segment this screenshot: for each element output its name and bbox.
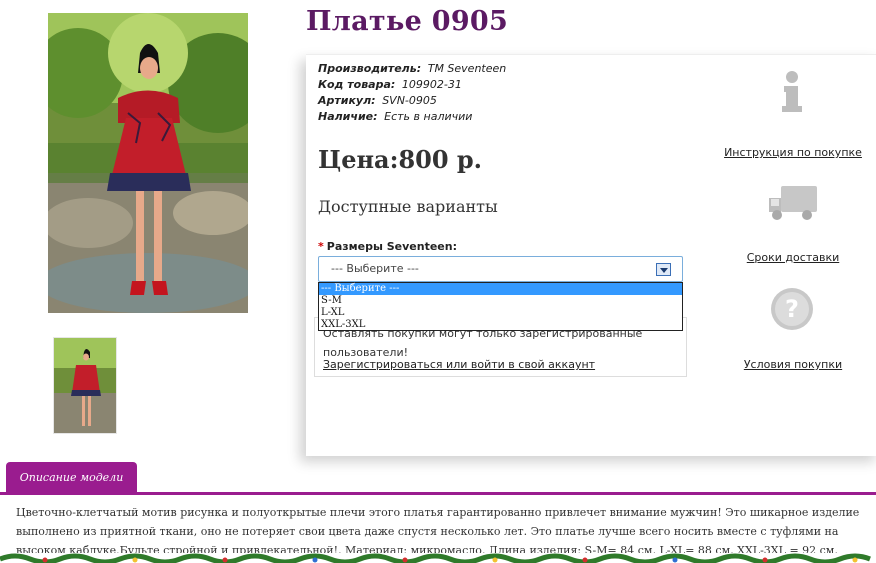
login-register-link[interactable]: Зарегистрироваться или войти в свой акка… — [323, 358, 595, 371]
size-option-s-m[interactable]: S-M — [319, 295, 682, 307]
garland-decoration — [0, 553, 876, 563]
tab-model-description[interactable]: Описание модели — [6, 462, 137, 493]
size-select[interactable]: --- Выберите --- — [318, 256, 683, 282]
size-option-xxl-3xl[interactable]: XXL-3XL — [319, 319, 682, 331]
size-select-value: --- Выберите --- — [331, 262, 419, 275]
required-mark: * — [318, 240, 324, 253]
product-thumbnail[interactable] — [53, 337, 117, 434]
variants-heading: Доступные варианты — [318, 197, 498, 216]
link-purchase-terms[interactable]: Условия покупки — [718, 358, 868, 371]
size-option-placeholder[interactable]: --- Выберите --- — [319, 283, 682, 295]
size-dropdown-list[interactable]: --- Выберите --- S-M L-XL XXL-3XL — [318, 282, 683, 331]
spec-availability: Наличие: Есть в наличии — [318, 110, 473, 123]
spec-article: Артикул: SVN-0905 — [318, 94, 437, 107]
link-purchase-instructions[interactable]: Инструкция по покупке — [718, 146, 868, 159]
product-specs: Производитель: TM Seventeen Код товара: … — [318, 61, 506, 125]
product-title: Платье 0905 — [306, 6, 509, 37]
spec-manufacturer: Производитель: TM Seventeen — [318, 62, 507, 75]
help-icon[interactable]: ? — [769, 286, 815, 332]
link-delivery-times[interactable]: Сроки доставки — [718, 251, 868, 264]
spec-product-code: Код товара: 109902-31 — [318, 78, 462, 91]
product-main-photo[interactable] — [48, 13, 248, 313]
svg-text:?: ? — [785, 295, 799, 323]
size-option-l-xl[interactable]: L-XL — [319, 307, 682, 319]
chevron-down-icon[interactable] — [656, 263, 671, 276]
info-icon[interactable] — [770, 68, 814, 114]
description-divider — [0, 492, 876, 495]
product-price: Цена:800 р. — [318, 145, 483, 174]
truck-icon[interactable] — [767, 182, 819, 224]
size-select-label: * Размеры Seventeen: — [318, 240, 457, 253]
